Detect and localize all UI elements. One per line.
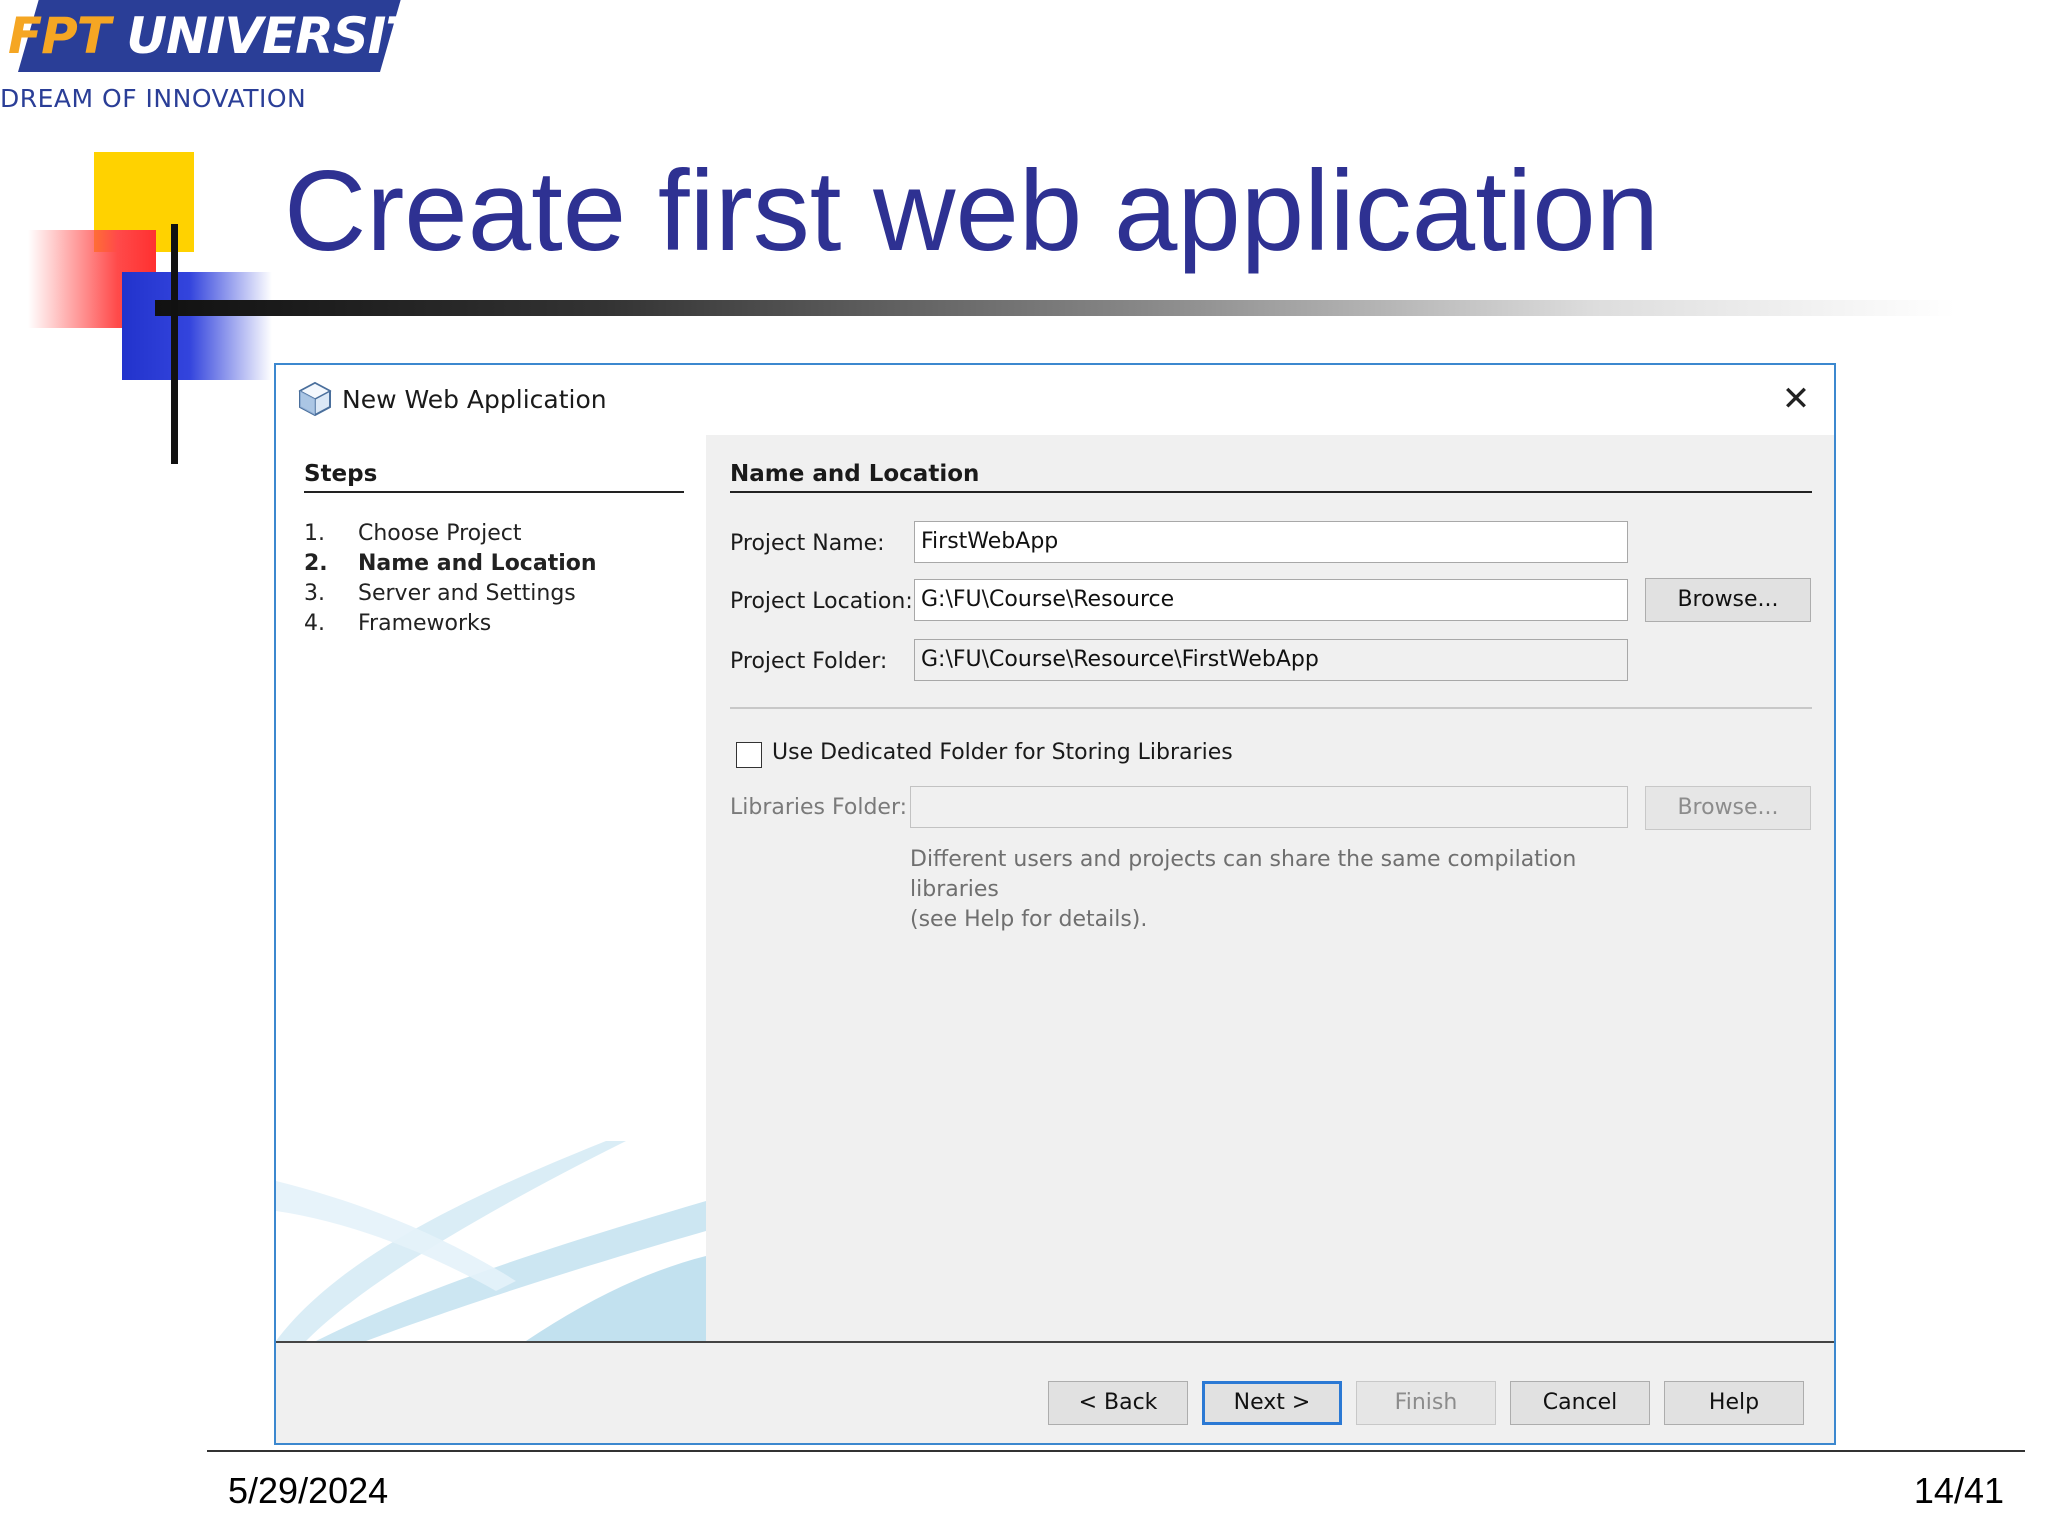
name-and-location-panel: Name and Location Project Name: FirstWeb… (706, 435, 1834, 1341)
step-number: 3. (304, 581, 325, 606)
step-number: 4. (304, 611, 325, 636)
help-button[interactable]: Help (1664, 1381, 1804, 1425)
project-folder-field[interactable]: G:\FU\Course\Resource\FirstWebApp (914, 639, 1628, 681)
slide-date: 5/29/2024 (228, 1470, 389, 1511)
logo-wordmark: FPT UNIVERSITY (8, 2, 455, 70)
step-item-choose-project: 1. Choose Project (304, 519, 597, 549)
libraries-folder-input[interactable] (910, 786, 1628, 828)
step-item-frameworks: 4. Frameworks (304, 609, 597, 639)
step-label: Name and Location (358, 551, 597, 576)
step-label: Choose Project (358, 521, 522, 546)
logo-fpt-text: FPT (8, 7, 111, 65)
dialog-button-bar: < Back Next > Finish Cancel Help (276, 1341, 1834, 1443)
new-web-application-dialog: New Web Application ✕ Steps 1. Choose Pro… (274, 363, 1836, 1445)
project-location-label: Project Location: (730, 589, 913, 614)
next-button[interactable]: Next > (1202, 1381, 1342, 1425)
decor-horizontal-rule (155, 300, 1955, 316)
section-separator (730, 707, 1812, 709)
project-name-input[interactable]: FirstWebApp (914, 521, 1628, 563)
step-label: Server and Settings (358, 581, 576, 606)
dialog-title: New Web Application (342, 385, 607, 414)
cancel-button[interactable]: Cancel (1510, 1381, 1650, 1425)
decor-blue-square (122, 272, 272, 380)
finish-button[interactable]: Finish (1356, 1381, 1496, 1425)
hint-line-1: Different users and projects can share t… (910, 847, 1577, 902)
logo-tagline: DREAM OF INNOVATION (0, 84, 307, 113)
netbeans-cube-icon (298, 381, 332, 417)
step-label: Frameworks (358, 611, 492, 636)
slide-title: Create first web application (284, 148, 1660, 275)
project-folder-label: Project Folder: (730, 649, 888, 674)
libraries-folder-label: Libraries Folder: (730, 795, 908, 820)
slide-page-number: 14/41 (1913, 1470, 2004, 1511)
browse-libraries-button[interactable]: Browse... (1645, 786, 1811, 830)
logo-university-text: UNIVERSITY (126, 7, 454, 65)
steps-pane: Steps 1. Choose Project 2. Name and Locati… (276, 435, 706, 1341)
decor-vertical-rule (171, 224, 178, 464)
footer-rule (207, 1450, 2025, 1452)
section-heading: Name and Location (730, 461, 1812, 493)
fpt-university-logo: FPT UNIVERSITY DREAM OF INNOVATION (0, 0, 455, 115)
step-number: 2. (304, 551, 328, 576)
project-name-label: Project Name: (730, 531, 885, 556)
project-location-input[interactable]: G:\FU\Course\Resource (914, 579, 1628, 621)
step-number: 1. (304, 521, 325, 546)
browse-location-button[interactable]: Browse... (1645, 578, 1811, 622)
dedicated-folder-label[interactable]: Use Dedicated Folder for Storing Librari… (772, 740, 1233, 765)
step-item-name-and-location: 2. Name and Location (304, 549, 597, 579)
steps-heading: Steps (304, 461, 684, 493)
dedicated-folder-checkbox[interactable] (736, 742, 762, 768)
decorative-swoosh-watermark (276, 1141, 706, 1341)
close-icon[interactable]: ✕ (1778, 381, 1814, 417)
steps-list: 1. Choose Project 2. Name and Location 3. S… (304, 519, 597, 639)
dialog-titlebar[interactable]: New Web Application ✕ (276, 365, 1834, 435)
back-button[interactable]: < Back (1048, 1381, 1188, 1425)
hint-line-2: (see Help for details). (910, 907, 1148, 932)
step-item-server-and-settings: 3. Server and Settings (304, 579, 597, 609)
libraries-hint: Different users and projects can share t… (910, 845, 1670, 935)
